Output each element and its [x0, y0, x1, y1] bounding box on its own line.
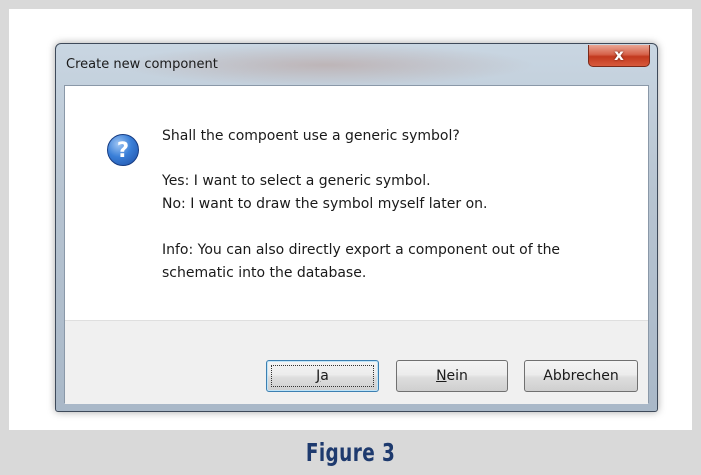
message-area: ? Shall the compoent use a generic symbo…: [65, 86, 648, 320]
focus-indicator: [271, 365, 374, 387]
dialog-title: Create new component: [66, 57, 218, 72]
cancel-button-label: Abbrechen: [543, 368, 619, 384]
question-icon: ?: [107, 134, 139, 166]
no-button-label: Nein: [436, 368, 468, 384]
figure-caption-bar: Figure 3: [0, 430, 701, 475]
figure-caption: Figure 3: [305, 438, 396, 467]
dialog-window: Create new component x ? Shall the compo…: [55, 43, 658, 412]
frame-border-right: [692, 0, 701, 430]
no-explanation: No: I want to draw the symbol myself lat…: [162, 196, 488, 212]
yes-button[interactable]: Ja: [266, 360, 379, 392]
close-icon: x: [614, 46, 624, 64]
figure-frame: Create new component x ? Shall the compo…: [0, 0, 701, 475]
no-button[interactable]: Nein: [396, 360, 508, 392]
info-text-line2: schematic into the database.: [162, 265, 367, 281]
yes-explanation: Yes: I want to select a generic symbol.: [162, 173, 431, 189]
close-button[interactable]: x: [588, 45, 650, 67]
frame-border-left: [0, 0, 9, 430]
button-bar: Ja Nein Abbrechen: [65, 320, 648, 404]
dialog-titlebar[interactable]: Create new component x: [56, 44, 657, 84]
cancel-button[interactable]: Abbrechen: [524, 360, 638, 392]
dialog-client-area: ? Shall the compoent use a generic symbo…: [64, 85, 649, 404]
frame-border-top: [0, 0, 701, 9]
info-text-line1: Info: You can also directly export a com…: [162, 242, 561, 258]
question-text: Shall the compoent use a generic symbol?: [162, 128, 460, 144]
